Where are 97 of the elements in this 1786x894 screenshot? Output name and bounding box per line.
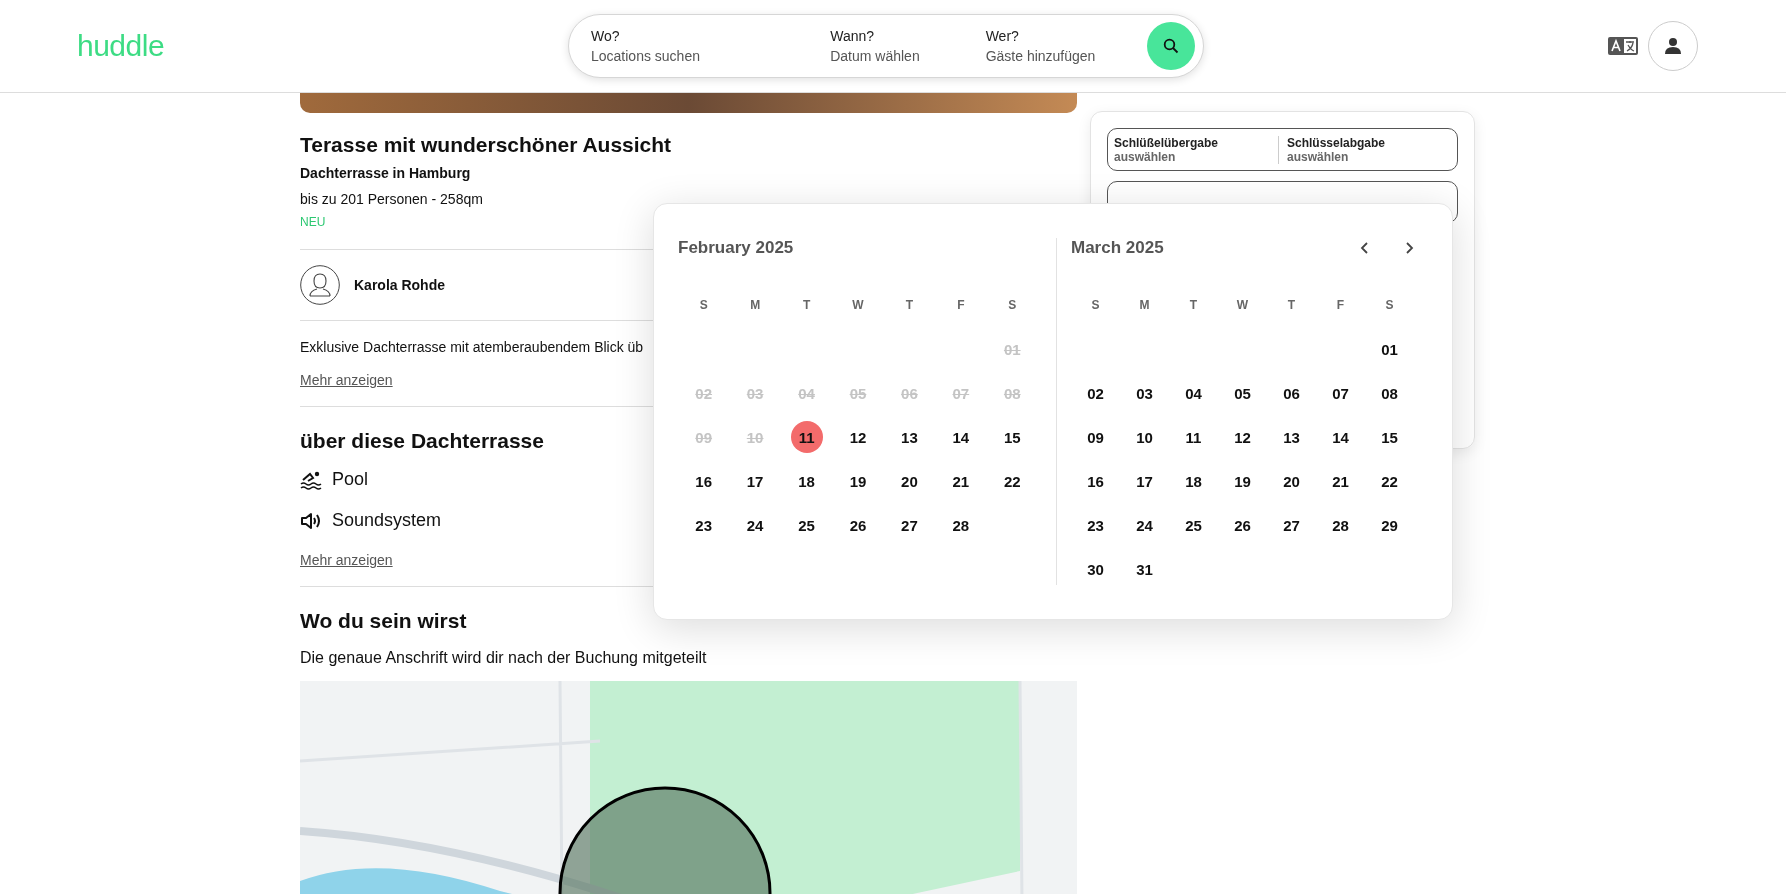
calendar-day[interactable]: 14 — [944, 421, 977, 453]
search-icon — [1163, 38, 1180, 54]
avatar-icon — [300, 265, 340, 305]
calendar-day[interactable]: 23 — [687, 509, 720, 541]
location-note: Die genaue Anschrift wird dir nach der Buchung mitgeteilt — [300, 649, 707, 667]
calendar-day[interactable]: 16 — [687, 465, 720, 497]
calendar-day[interactable]: 20 — [893, 465, 926, 497]
search-button[interactable] — [1147, 22, 1195, 70]
calendar-day[interactable]: 12 — [842, 421, 874, 453]
date-field[interactable]: Schlüsselabgabe auswählen — [1278, 135, 1451, 164]
calendar-day[interactable]: 11 — [1177, 421, 1210, 453]
calendar-day[interactable]: 08 — [1373, 377, 1406, 409]
calendar-day[interactable]: 20 — [1275, 465, 1308, 497]
calendar-day[interactable]: 02 — [1079, 377, 1112, 409]
calendar-day[interactable]: 18 — [790, 465, 823, 497]
calendar-day[interactable]: 01 — [1373, 333, 1406, 365]
weekday-label: W — [1235, 297, 1250, 314]
description-text: Exklusive Dachterrasse mit atemberaubendem Blick üb — [300, 339, 644, 355]
weekday-label: W — [851, 297, 865, 314]
show-more-link[interactable]: Mehr anzeigen — [300, 552, 393, 568]
listing-title: Terasse mit wunderschöner Aussicht — [300, 133, 672, 157]
search-field[interactable]: Gäste hinzufügen — [985, 48, 1148, 64]
calendar-day[interactable]: 19 — [842, 465, 874, 497]
section-heading: Wo du sein wirst — [300, 609, 467, 633]
calendar-day[interactable]: 17 — [1128, 465, 1161, 497]
calendar-day[interactable]: 21 — [1324, 465, 1357, 497]
calendar-day[interactable]: 15 — [1373, 421, 1406, 453]
weekday-label: T — [1286, 297, 1297, 314]
calendar-day[interactable]: 05 — [1226, 377, 1259, 409]
calendar-day[interactable]: 13 — [1275, 421, 1308, 453]
calendar-day[interactable]: 19 — [1226, 465, 1259, 497]
swimmer-icon — [300, 469, 322, 490]
weekday-label: M — [1138, 297, 1151, 314]
weekday-label: T — [801, 297, 812, 314]
calendar-day[interactable]: 10 — [1128, 421, 1161, 453]
calendar-day[interactable]: 11 — [790, 421, 823, 453]
translate-icon[interactable] — [1608, 36, 1638, 56]
section-heading: über diese Dachterrasse — [300, 429, 544, 453]
calendar-day[interactable]: 15 — [996, 421, 1029, 453]
weekday-label: S — [1384, 297, 1395, 314]
weekday-label: T — [904, 297, 915, 314]
calendar-day[interactable]: 07 — [1324, 377, 1357, 409]
chevron-right-icon — [1404, 242, 1414, 254]
show-more-link[interactable]: Mehr anzeigen — [300, 372, 393, 388]
calendar-day[interactable]: 18 — [1177, 465, 1210, 497]
date-field[interactable]: Schlüßelübergabe auswählen — [1114, 135, 1278, 164]
calendar-day[interactable]: 27 — [893, 509, 926, 541]
calendar-day[interactable]: 24 — [739, 509, 772, 541]
calendar-day[interactable]: 16 — [1079, 465, 1112, 497]
chevron-left-icon — [1360, 242, 1370, 254]
weekday-label: M — [749, 297, 762, 314]
calendar-day[interactable]: 22 — [996, 465, 1029, 497]
calendar-day[interactable]: 23 — [1079, 509, 1112, 541]
month-title: March 2025 — [1071, 238, 1164, 258]
calendar-day[interactable]: 29 — [1373, 509, 1406, 541]
calendar-day[interactable]: 14 — [1324, 421, 1357, 453]
calendar-day[interactable]: 27 — [1275, 509, 1308, 541]
weekday-label: F — [956, 297, 966, 314]
weekday-label: T — [1188, 297, 1199, 314]
calendar-day[interactable]: 12 — [1226, 421, 1259, 453]
search-field[interactable]: Datum wählen — [830, 48, 986, 64]
search-field-label: Wer? — [985, 28, 1020, 44]
calendar-day[interactable]: 30 — [1079, 553, 1112, 585]
calendar-day[interactable]: 22 — [1373, 465, 1406, 497]
search-field[interactable]: Locations suchen — [591, 48, 831, 64]
calendar-day[interactable]: 31 — [1128, 553, 1161, 585]
amenity-label: Soundsystem — [332, 510, 442, 531]
profile-button[interactable] — [1648, 21, 1698, 71]
weekday-label: F — [1335, 297, 1346, 314]
search-field-label: Wo? — [591, 28, 621, 44]
weekday-label: S — [1007, 297, 1018, 314]
calendar-day[interactable]: 04 — [1177, 377, 1210, 409]
calendar-day[interactable]: 25 — [790, 509, 823, 541]
calendar-day[interactable]: 21 — [944, 465, 977, 497]
month-title: February 2025 — [678, 238, 794, 258]
calendar-day[interactable]: 13 — [893, 421, 926, 453]
new-label: NEU — [300, 215, 326, 229]
weekday-label: S — [698, 297, 709, 314]
calendar-day[interactable]: 28 — [1324, 509, 1357, 541]
calendar-day[interactable]: 06 — [1275, 377, 1308, 409]
host-name: Karola Rohde — [354, 277, 445, 293]
calendar-day[interactable]: 26 — [842, 509, 874, 541]
amenity-label: Pool — [332, 469, 369, 490]
calendar-day[interactable]: 26 — [1226, 509, 1259, 541]
listing-subtitle: Dachterrasse in Hamburg — [300, 165, 471, 181]
calendar-day[interactable]: 24 — [1128, 509, 1161, 541]
capacity-text: bis zu 201 Personen - 258qm — [300, 191, 483, 207]
search-bar[interactable]: Wo? Locations suchen Wann? Datum wählen Wer? Gäste hinzufügen — [568, 14, 1204, 78]
calendar-day[interactable]: 17 — [739, 465, 772, 497]
person-icon — [1664, 37, 1682, 55]
calendar-day[interactable]: 28 — [944, 509, 977, 541]
calendar-day[interactable]: 03 — [1128, 377, 1161, 409]
calendar-day[interactable]: 25 — [1177, 509, 1210, 541]
speaker-icon — [300, 510, 322, 531]
calendar-day[interactable]: 09 — [1079, 421, 1112, 453]
search-field-label: Wann? — [830, 28, 876, 44]
weekday-label: S — [1090, 297, 1101, 314]
